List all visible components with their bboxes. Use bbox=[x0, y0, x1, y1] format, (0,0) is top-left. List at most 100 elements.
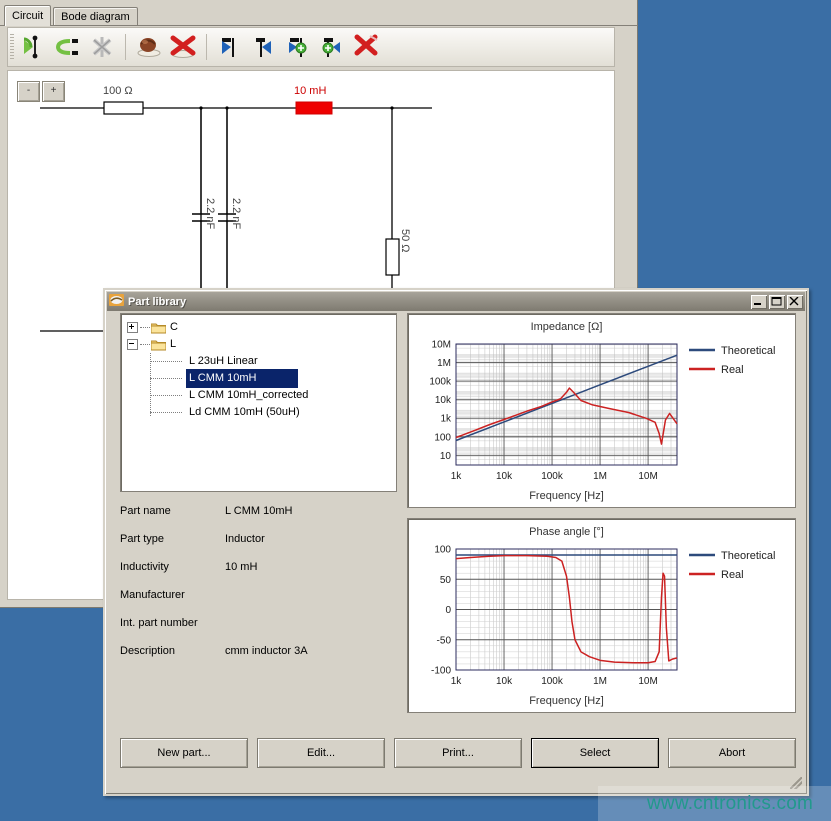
add-node-left-icon[interactable] bbox=[17, 30, 51, 64]
maximize-button[interactable] bbox=[769, 295, 785, 309]
new-part-button[interactable]: New part... bbox=[120, 738, 248, 768]
delete-part-icon[interactable] bbox=[166, 30, 200, 64]
svg-text:10M: 10M bbox=[638, 471, 657, 482]
svg-text:1M: 1M bbox=[437, 358, 451, 369]
property-label: Int. part number bbox=[120, 617, 225, 629]
list-item[interactable]: L CMM 10mH bbox=[127, 370, 396, 387]
svg-text:1k: 1k bbox=[451, 676, 463, 687]
property-row-part-type: Part type Inductor bbox=[120, 533, 400, 561]
svg-text:Theoretical: Theoretical bbox=[721, 550, 775, 562]
delete-branch-icon[interactable] bbox=[349, 30, 383, 64]
svg-text:50: 50 bbox=[440, 575, 452, 586]
tree-connector bbox=[150, 412, 182, 414]
toolbar-separator-1 bbox=[125, 34, 126, 60]
insert-series-left-icon[interactable] bbox=[213, 30, 247, 64]
add-node-right-icon[interactable] bbox=[51, 30, 85, 64]
impedance-chart: Impedance [Ω]1k10k100k1M10M101001k10k100… bbox=[407, 313, 796, 508]
collapse-minus-icon[interactable] bbox=[127, 339, 138, 350]
tree-item-l-cmm-10mh-corrected: L CMM 10mH_corrected bbox=[186, 387, 311, 404]
property-value-part-name: L CMM 10mH bbox=[225, 505, 292, 517]
list-item[interactable]: L 23uH Linear bbox=[127, 353, 396, 370]
svg-text:100: 100 bbox=[434, 545, 451, 556]
property-row-part-name: Part name L CMM 10mH bbox=[120, 505, 400, 533]
tab-circuit-label: Circuit bbox=[12, 10, 43, 22]
window-controls bbox=[751, 295, 803, 309]
svg-text:Real: Real bbox=[721, 569, 744, 581]
tree-connector bbox=[140, 327, 150, 329]
tree-item-l-23uh-linear: L 23uH Linear bbox=[186, 353, 261, 370]
property-row-int-part-number: Int. part number bbox=[120, 617, 400, 645]
svg-text:10k: 10k bbox=[496, 471, 513, 482]
list-item[interactable]: L CMM 10mH_corrected bbox=[127, 387, 396, 404]
svg-text:10: 10 bbox=[440, 451, 452, 462]
svg-text:Frequency [Hz]: Frequency [Hz] bbox=[529, 695, 604, 707]
svg-text:-50: -50 bbox=[437, 635, 452, 646]
print-button[interactable]: Print... bbox=[394, 738, 522, 768]
insert-series-right-icon[interactable] bbox=[247, 30, 281, 64]
svg-text:1M: 1M bbox=[593, 471, 607, 482]
part-library-icon bbox=[109, 293, 124, 310]
toolbar-separator-2 bbox=[206, 34, 207, 60]
property-label: Part type bbox=[120, 533, 225, 545]
tree-folder-l-label: L bbox=[170, 336, 176, 353]
add-part-icon[interactable] bbox=[132, 30, 166, 64]
inductor-label: 10 mH bbox=[294, 85, 326, 97]
svg-text:10k: 10k bbox=[435, 395, 452, 406]
tree-folder-c-label: C bbox=[170, 319, 178, 336]
folder-icon bbox=[151, 322, 166, 334]
property-label: Manufacturer bbox=[120, 589, 225, 601]
toolbar-group-nodes bbox=[17, 30, 119, 64]
toolbar bbox=[7, 27, 615, 67]
abort-button[interactable]: Abort bbox=[668, 738, 796, 768]
toolbar-group-parts bbox=[132, 30, 200, 64]
tab-strip-divider bbox=[0, 25, 638, 26]
tree-item-ld-cmm-10mh: Ld CMM 10mH (50uH) bbox=[186, 404, 303, 421]
tree-item-l-cmm-10mh: L CMM 10mH bbox=[186, 369, 298, 388]
tree-connector bbox=[150, 361, 182, 363]
dialog-title: Part library bbox=[128, 296, 186, 308]
property-label: Part name bbox=[120, 505, 225, 517]
list-item[interactable]: Ld CMM 10mH (50uH) bbox=[127, 404, 396, 421]
tree-connector bbox=[140, 344, 150, 346]
property-row-description: Description cmm inductor 3A bbox=[120, 645, 400, 673]
toolbar-grip[interactable] bbox=[10, 34, 14, 60]
svg-text:Theoretical: Theoretical bbox=[721, 345, 775, 357]
dialog-title-bar[interactable]: Part library bbox=[107, 292, 805, 311]
insert-shunt-right-icon[interactable] bbox=[315, 30, 349, 64]
watermark-text: www.cntronics.com bbox=[647, 793, 813, 815]
part-tree-view[interactable]: C L bbox=[120, 313, 397, 492]
select-button[interactable]: Select bbox=[531, 738, 659, 768]
tree-connector bbox=[150, 395, 182, 397]
svg-text:Impedance [Ω]: Impedance [Ω] bbox=[531, 321, 603, 333]
close-button[interactable] bbox=[787, 295, 803, 309]
property-row-manufacturer: Manufacturer bbox=[120, 589, 400, 617]
dialog-button-row: New part... Edit... Print... Select Abor… bbox=[120, 738, 796, 768]
svg-text:Phase angle [°]: Phase angle [°] bbox=[529, 526, 604, 538]
svg-text:0: 0 bbox=[445, 605, 451, 616]
capacitor-c2-label: 2.2 nF bbox=[230, 198, 242, 229]
part-properties: Part name L CMM 10mH Part type Inductor … bbox=[120, 505, 400, 673]
resistor-r2-label: 50 Ω bbox=[399, 229, 411, 253]
svg-text:Frequency [Hz]: Frequency [Hz] bbox=[529, 490, 604, 502]
tree-folder-l[interactable]: L bbox=[127, 336, 396, 353]
phase-angle-chart: Phase angle [°]1k10k100k1M10M-100-500501… bbox=[407, 518, 796, 713]
toolbar-group-branches bbox=[213, 30, 383, 64]
tab-circuit[interactable]: Circuit bbox=[4, 5, 51, 26]
property-label: Description bbox=[120, 645, 225, 657]
tab-strip: Circuit Bode diagram bbox=[4, 6, 140, 26]
edit-button[interactable]: Edit... bbox=[257, 738, 385, 768]
insert-shunt-left-icon[interactable] bbox=[281, 30, 315, 64]
tab-bode-diagram-label: Bode diagram bbox=[61, 11, 130, 23]
svg-text:100k: 100k bbox=[541, 676, 564, 687]
tab-bode-diagram[interactable]: Bode diagram bbox=[53, 7, 138, 26]
delete-node-icon[interactable] bbox=[85, 30, 119, 64]
property-label: Inductivity bbox=[120, 561, 225, 573]
tree-connector bbox=[150, 378, 182, 380]
svg-text:100k: 100k bbox=[429, 377, 452, 388]
property-value-part-type: Inductor bbox=[225, 533, 265, 545]
minimize-button[interactable] bbox=[751, 295, 767, 309]
tree-folder-c[interactable]: C bbox=[127, 319, 396, 336]
svg-text:100: 100 bbox=[434, 432, 451, 443]
expand-plus-icon[interactable] bbox=[127, 322, 138, 333]
part-library-dialog: Part library bbox=[103, 288, 809, 796]
